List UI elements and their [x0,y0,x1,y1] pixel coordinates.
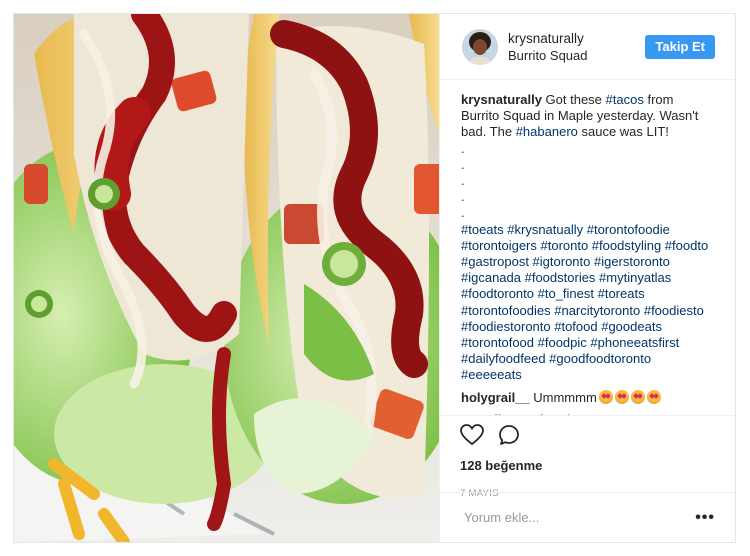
heart-eyes-emoji-icon [646,389,661,404]
post-side-panel: krysnaturally Burrito Squad Takip Et kry… [439,14,735,542]
heart-eyes-emoji-icon [614,389,629,404]
caption-dots: ..... [461,141,715,222]
post-author: krysnaturally Burrito Squad [508,30,645,64]
speech-bubble-icon[interactable] [498,424,520,451]
post-actions: 128 beğenme 7 MAYIS [440,415,735,502]
add-comment-bar: ••• [440,492,735,542]
caption-dot: . [461,140,465,156]
comment-text: Ummmmm [529,389,597,405]
author-username[interactable]: krysnaturally [508,30,645,47]
follow-button[interactable]: Takip Et [645,34,715,59]
post-photo[interactable] [14,14,439,542]
post-header: krysnaturally Burrito Squad Takip Et [440,14,735,80]
post-card: krysnaturally Burrito Squad Takip Et kry… [13,13,736,543]
caption-fragment: Got these [541,92,606,107]
heart-eyes-emoji-icon [630,389,645,404]
comment-username[interactable]: holygrail__ [461,390,530,405]
caption-username[interactable]: krysnaturally [461,92,542,107]
caption-hashtags[interactable]: #toeats #krysnatually #torontofoodie #to… [461,222,715,384]
more-options-icon[interactable]: ••• [695,509,715,527]
heart-eyes-emoji-icon [598,389,613,404]
caption-hashtag[interactable]: #habanero [516,124,578,139]
taco-photo-illustration [14,14,439,542]
action-icons [460,416,715,458]
caption-dot: . [461,189,465,205]
caption-dot: . [461,156,465,172]
caption-dot: . [461,172,465,188]
comment-input[interactable] [462,509,696,526]
avatar-image [462,28,498,65]
caption-dot: . [461,205,465,221]
heart-icon[interactable] [460,423,484,451]
avatar[interactable] [462,28,498,65]
comments-section: krysnaturally Got these #tacos from Burr… [440,80,735,415]
caption-hashtag[interactable]: #tacos [606,92,644,107]
caption-fragment: sauce was LIT! [577,124,669,140]
comment-item: holygrail__ Ummmmm [461,389,715,406]
caption: krysnaturally Got these #tacos from Burr… [461,92,715,141]
comment-list: holygrail__ Ummmmmmacallanspub Enjoy! [461,389,715,415]
like-count[interactable]: 128 beğenme [460,458,715,476]
post-location[interactable]: Burrito Squad [508,47,645,64]
